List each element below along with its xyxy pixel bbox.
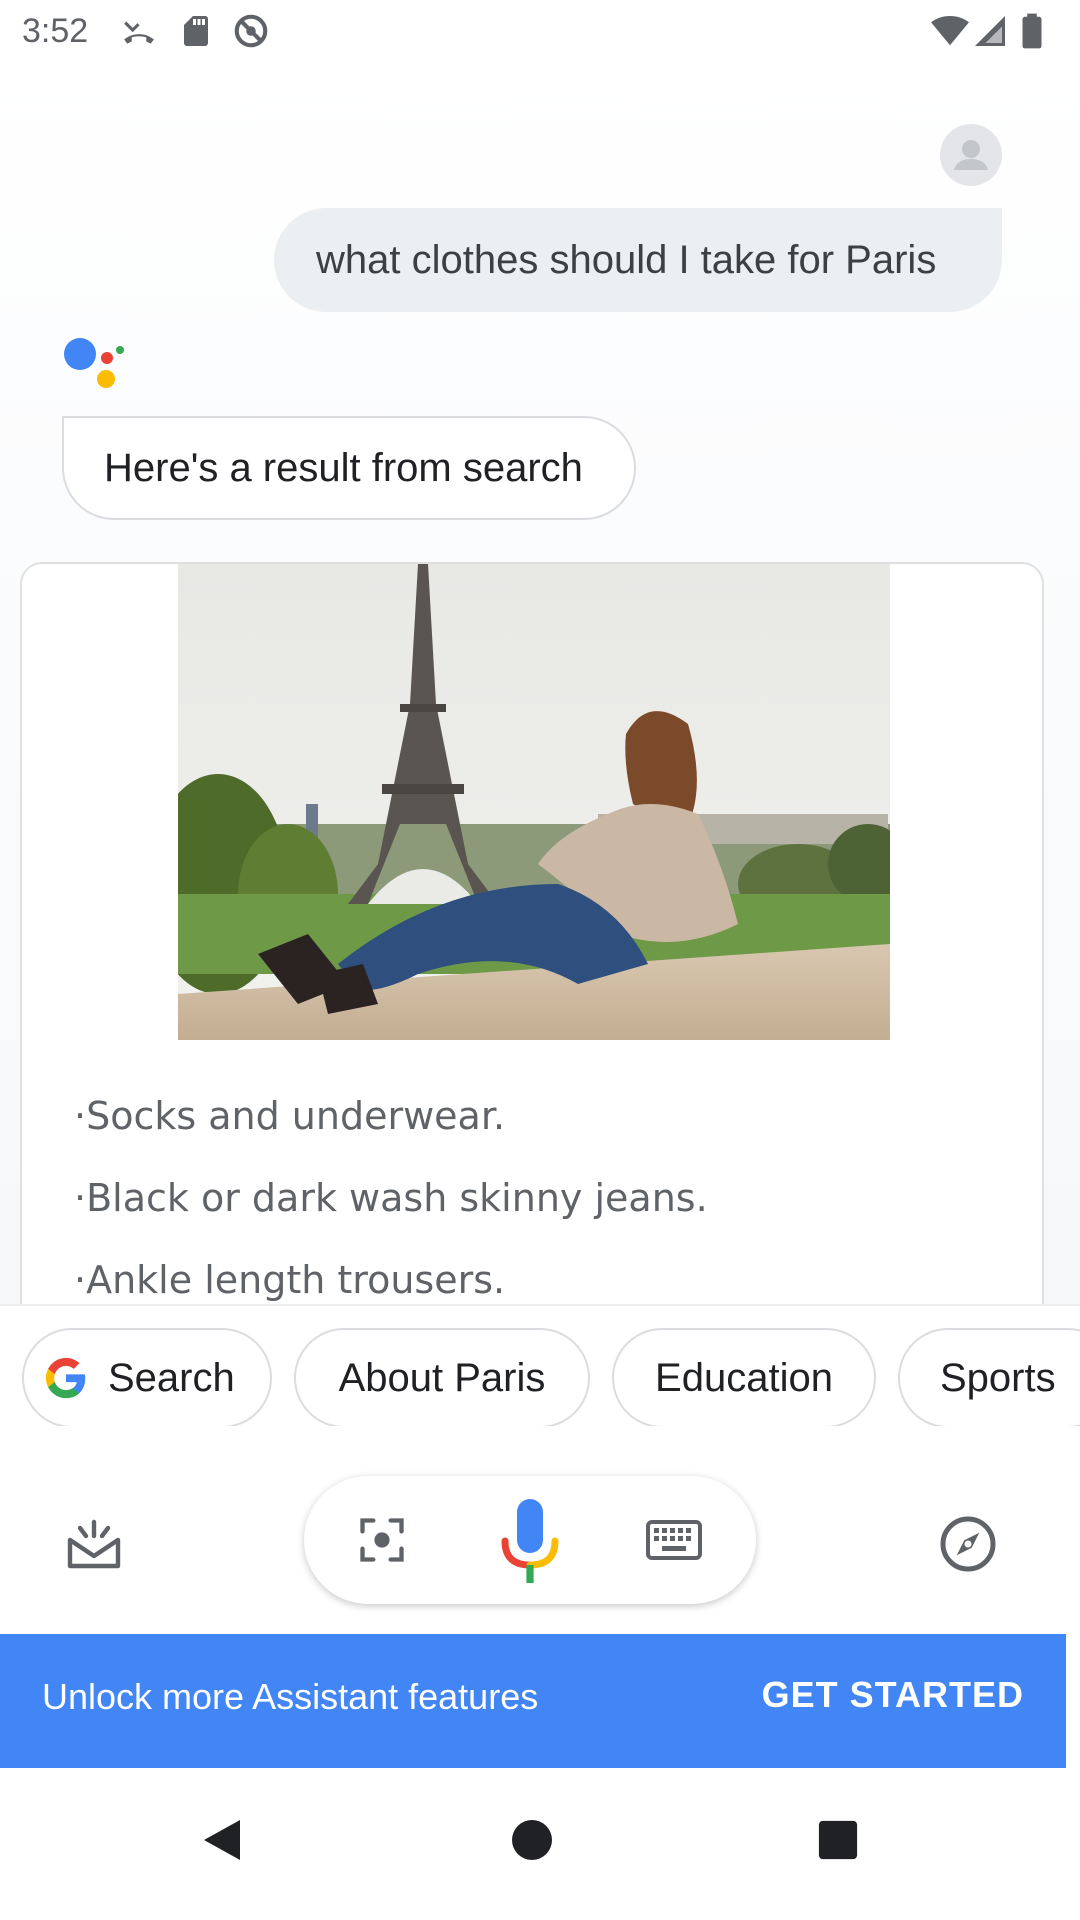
user-avatar[interactable] [940, 124, 1002, 186]
sd-card-icon [178, 12, 214, 55]
do-not-disturb-icon [232, 12, 270, 55]
user-query-bubble: what clothes should I take for Paris [274, 208, 1002, 312]
chip-search[interactable]: Search [22, 1328, 272, 1426]
home-icon[interactable] [500, 1808, 564, 1872]
chip-label: Sports [940, 1355, 1056, 1400]
lens-icon[interactable] [350, 1508, 414, 1572]
search-result-card[interactable]: Socks and underwear. Black or dark wash … [20, 562, 1044, 1382]
mic-icon[interactable] [494, 1496, 566, 1586]
chip-label: Education [655, 1355, 833, 1400]
suggestion-chips[interactable]: Search About Paris Education Sports [0, 1304, 1080, 1426]
result-image[interactable] [178, 564, 890, 1040]
keyboard-icon[interactable] [642, 1508, 706, 1572]
chip-about-paris[interactable]: About Paris [294, 1328, 590, 1426]
google-g-icon [45, 1357, 86, 1399]
assistant-logo-icon [62, 336, 126, 400]
status-bar: 3:52 [0, 0, 1080, 64]
get-started-button[interactable]: GET STARTED [762, 1674, 1024, 1716]
snapshot-icon[interactable] [56, 1506, 132, 1582]
recents-icon[interactable] [806, 1808, 870, 1872]
conversation[interactable]: what clothes should I take for Paris Her… [0, 64, 1080, 1382]
chip-label: About Paris [338, 1355, 546, 1400]
eiffel-tower-photo [178, 564, 890, 1040]
chip-label: Search [108, 1355, 235, 1400]
chip-education[interactable]: Education [612, 1328, 876, 1426]
assistant-reply-bubble: Here's a result from search [62, 416, 636, 520]
person-icon [954, 140, 988, 170]
list-item: Socks and underwear. [74, 1092, 708, 1174]
wifi-icon [930, 12, 970, 55]
result-list: Socks and underwear. Black or dark wash … [74, 1092, 708, 1338]
explore-compass-icon[interactable] [930, 1506, 1006, 1582]
banner-text: Unlock more Assistant features [42, 1676, 539, 1717]
cellular-signal-icon [972, 12, 1008, 55]
chip-sports[interactable]: Sports [898, 1328, 1080, 1426]
system-nav-bar [0, 1768, 1080, 1920]
back-icon[interactable] [190, 1808, 254, 1872]
assistant-action-bar [0, 1430, 1080, 1630]
status-time: 3:52 [22, 12, 89, 50]
battery-icon [1018, 12, 1046, 55]
list-item: Black or dark wash skinny jeans. [74, 1174, 708, 1256]
unlock-features-banner[interactable]: Unlock more Assistant features GET START… [0, 1634, 1066, 1768]
missed-call-icon [120, 12, 158, 55]
input-pill [304, 1476, 756, 1604]
